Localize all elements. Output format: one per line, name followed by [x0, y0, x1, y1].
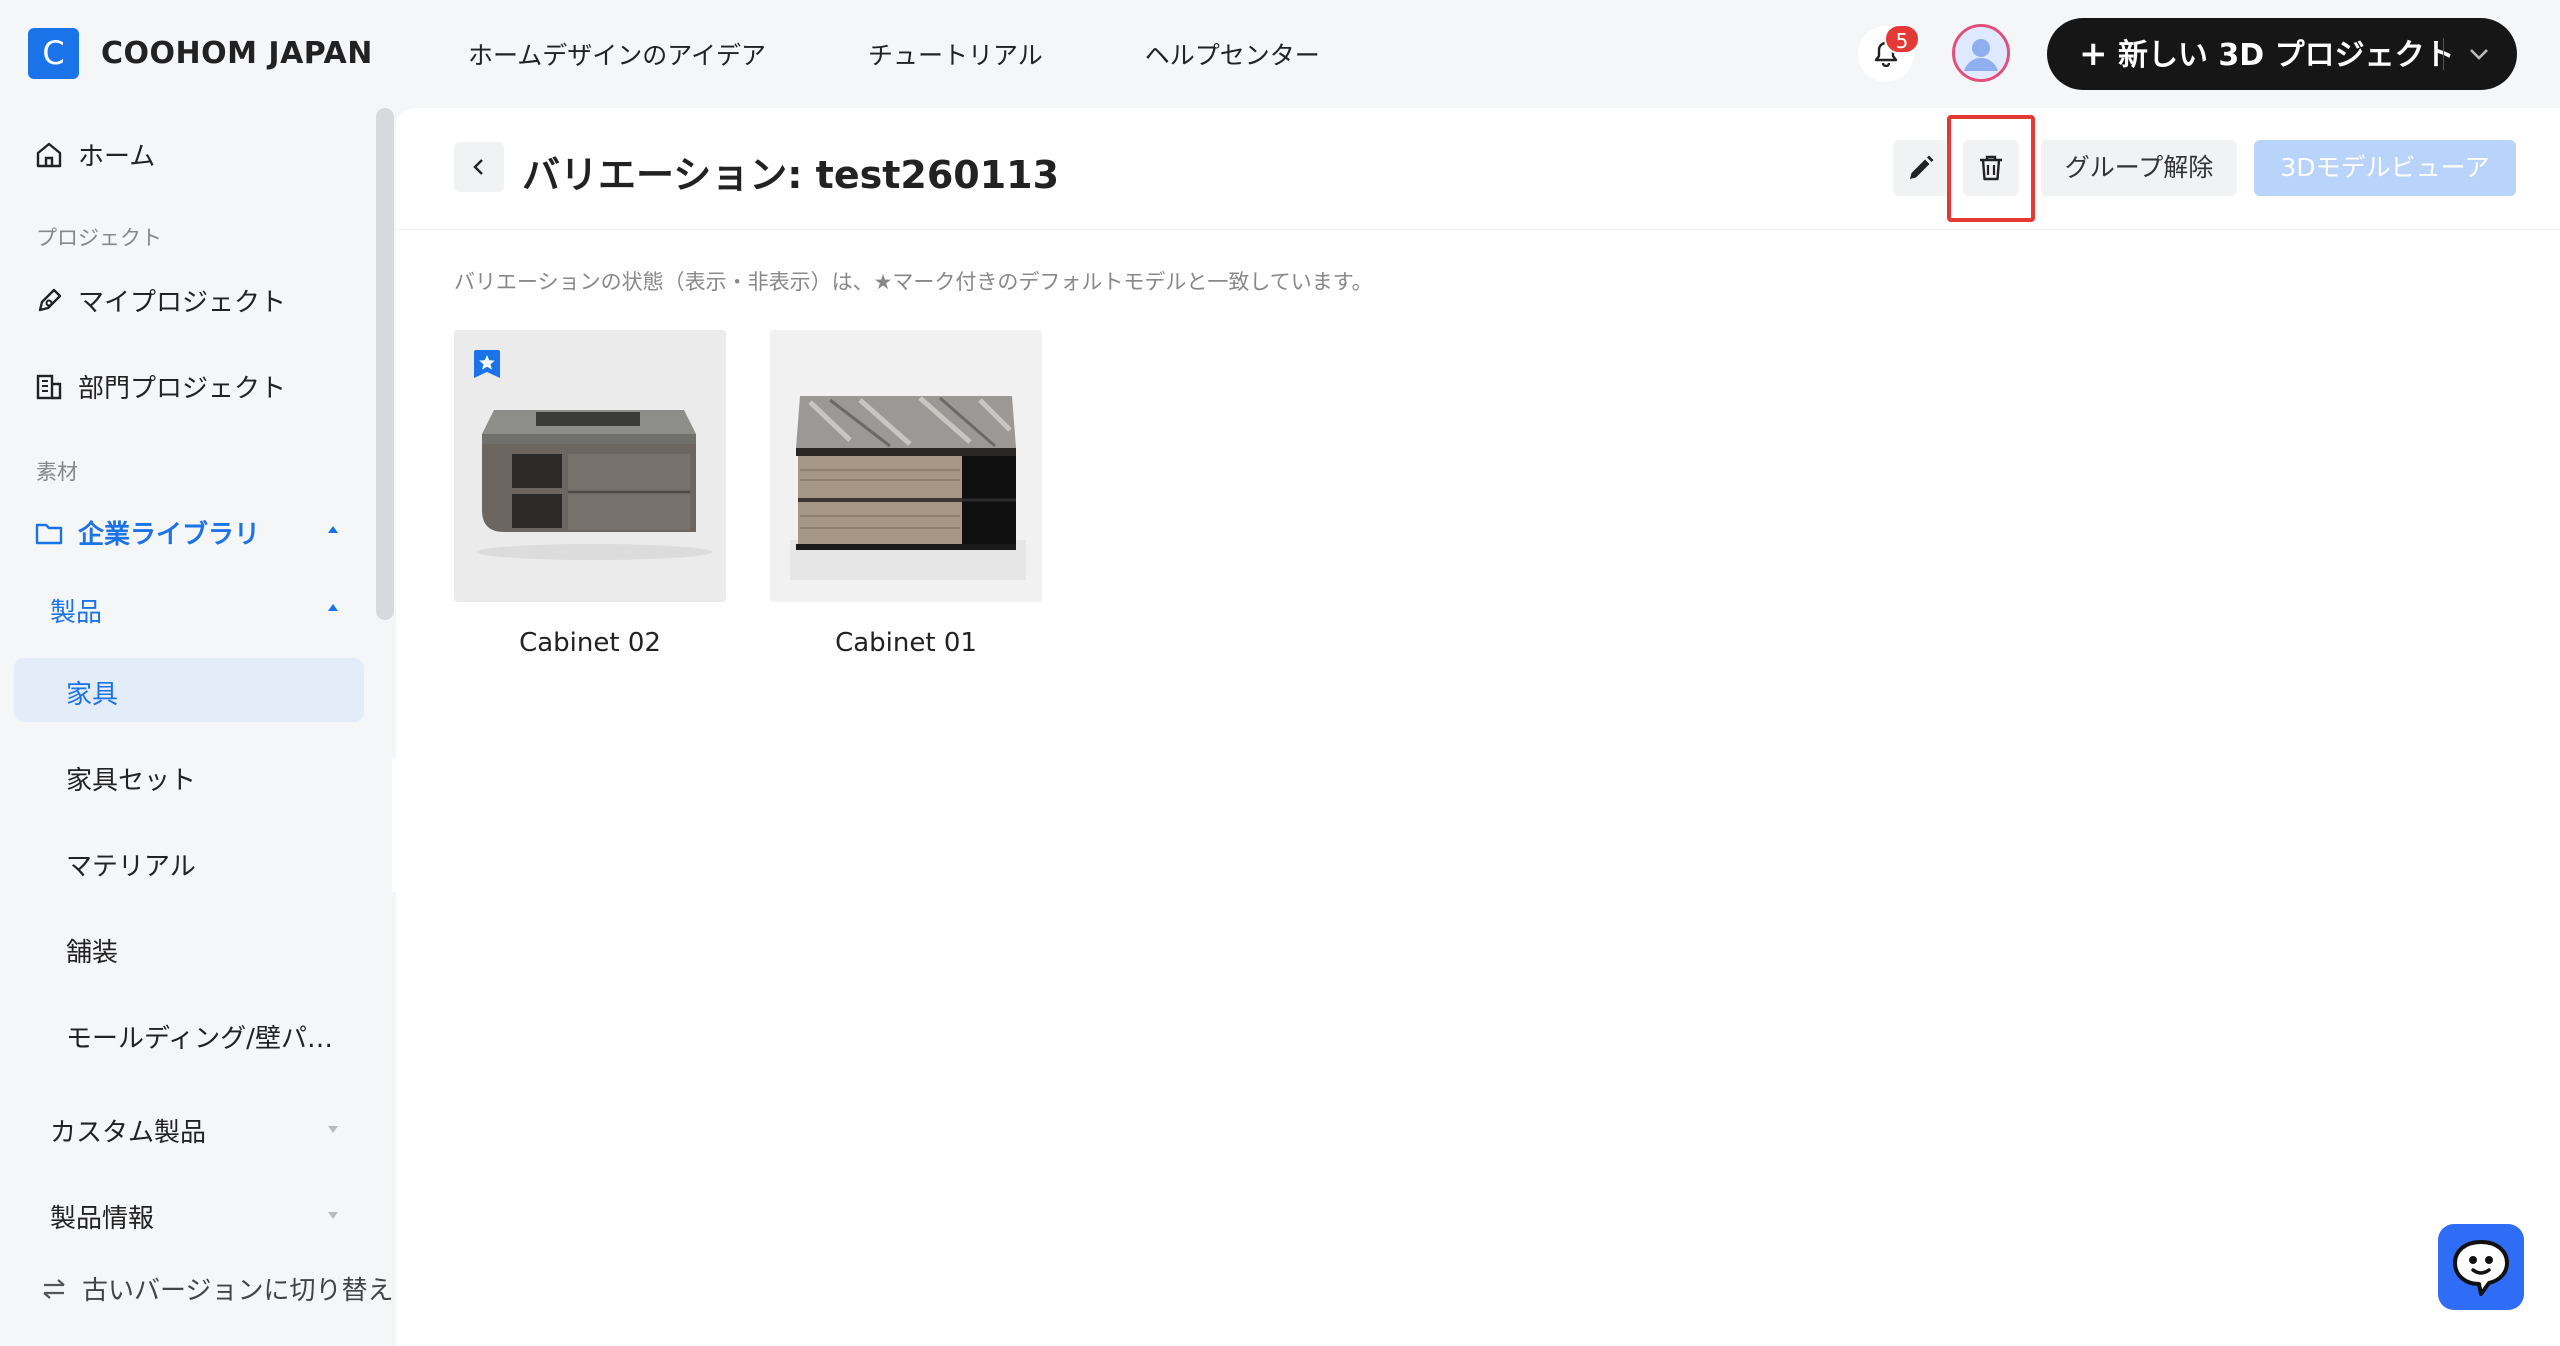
user-avatar-icon [1955, 27, 2007, 79]
default-star-badge-icon [474, 350, 500, 378]
sidebar-item-my-projects[interactable]: マイプロジェクト [34, 282, 286, 319]
sidebar-item-materials[interactable]: マテリアル [66, 846, 196, 883]
sidebar-scrollbar[interactable] [376, 108, 394, 620]
product-thumbnail[interactable] [454, 330, 726, 602]
app-logo[interactable]: C [28, 28, 79, 79]
button-divider [2443, 38, 2444, 70]
caret-up-icon[interactable] [328, 526, 338, 533]
sidebar-item-dept-projects[interactable]: 部門プロジェクト [34, 368, 286, 405]
switch-old-version-link[interactable]: 古いバージョンに切り替え [40, 1270, 393, 1307]
plus-icon: + [2079, 34, 2108, 74]
caret-down-icon[interactable] [328, 1126, 338, 1133]
swap-arrows-icon [43, 1278, 65, 1299]
pencil-icon [1910, 155, 1934, 179]
support-chat-button[interactable] [2438, 1224, 2524, 1310]
sidebar-item-product-info[interactable]: 製品情報 [50, 1198, 154, 1235]
card-name: Cabinet 02 [519, 628, 661, 658]
sidebar: ホーム プロジェクト マイプロジェクト 部門プロジェクト 素材 企業ライブラリ … [0, 108, 396, 1346]
edit-button[interactable] [1893, 140, 1949, 196]
header-divider [396, 229, 2560, 230]
topnav-tutorial[interactable]: チュートリアル [868, 36, 1043, 72]
back-button[interactable] [454, 142, 504, 192]
3d-model-viewer-button[interactable]: 3Dモデルビューア [2254, 140, 2516, 196]
sidebar-section-materials: 素材 [36, 460, 78, 484]
sidebar-item-products[interactable]: 製品 [50, 592, 102, 629]
product-thumbnail[interactable] [770, 330, 1042, 602]
variation-card[interactable]: Cabinet 01 [770, 330, 1042, 658]
user-avatar[interactable] [1952, 24, 2010, 82]
building-icon [36, 374, 62, 399]
caret-down-icon[interactable] [328, 1212, 338, 1219]
home-icon [36, 142, 62, 167]
folder-icon [35, 523, 63, 544]
top-nav: ホームデザインのアイデア チュートリアル ヘルプセンター [468, 36, 1422, 72]
chevron-left-icon [473, 159, 483, 175]
brand-name[interactable]: COOHOM JAPAN [101, 36, 373, 71]
new-3d-project-label: + 新しい 3D プロジェクト [2079, 34, 2455, 74]
variation-card[interactable]: Cabinet 02 [454, 330, 726, 658]
sidebar-item-home[interactable]: ホーム [34, 136, 155, 173]
ungroup-button[interactable]: グループ解除 [2041, 140, 2237, 196]
sidebar-item-furniture[interactable]: 家具 [66, 674, 118, 711]
cabinet-01-image [770, 330, 1042, 602]
sidebar-item-paving[interactable]: 舗装 [66, 932, 118, 969]
chevron-down-icon[interactable] [2465, 40, 2493, 68]
main-content: バリエーション: test260113 グループ解除 3Dモデルビューア バリエ… [396, 108, 2560, 1346]
variation-notice: バリエーションの状態（表示・非表示）は、★マーク付きのデフォルトモデルと一致して… [454, 270, 1373, 294]
sidebar-item-furniture-sets[interactable]: 家具セット [66, 760, 196, 797]
chat-icon [2453, 1240, 2509, 1296]
topnav-home-design-ideas[interactable]: ホームデザインのアイデア [468, 36, 766, 72]
top-header: C COOHOM JAPAN ホームデザインのアイデア チュートリアル ヘルプセ… [0, 0, 2560, 108]
sidebar-section-projects: プロジェクト [36, 226, 162, 250]
delete-highlight-annotation [1947, 115, 2035, 222]
new-3d-project-button[interactable]: + 新しい 3D プロジェクト [2047, 18, 2517, 90]
page-title: バリエーション: test260113 [522, 153, 1060, 197]
sidebar-item-molding[interactable]: モールディング/壁パ… [66, 1018, 333, 1055]
topnav-help-center[interactable]: ヘルプセンター [1145, 36, 1320, 72]
notification-badge: 5 [1884, 24, 1920, 54]
pen-edit-icon [38, 288, 62, 311]
card-name: Cabinet 01 [835, 628, 977, 658]
sidebar-item-enterprise-library[interactable]: 企業ライブラリ [34, 514, 260, 551]
sidebar-item-custom-products[interactable]: カスタム製品 [50, 1112, 206, 1149]
caret-up-icon[interactable] [328, 604, 338, 611]
